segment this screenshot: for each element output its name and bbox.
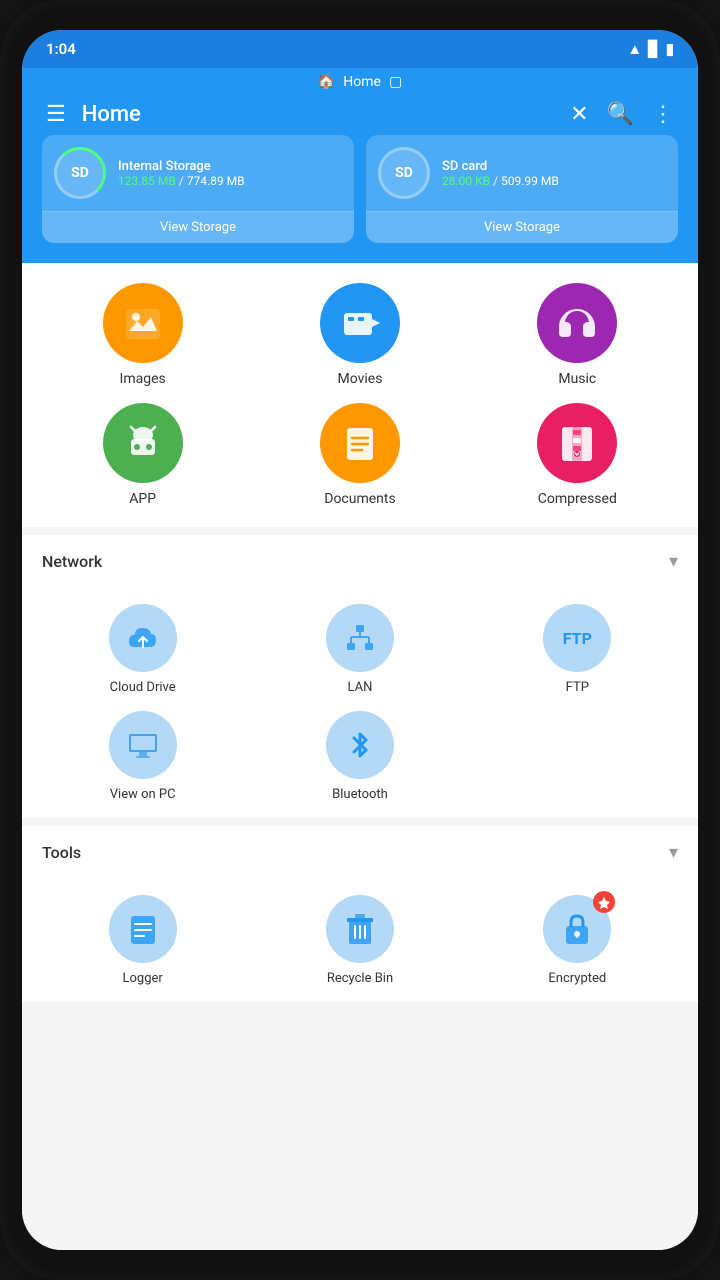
- network-grid: Cloud Drive LAN: [22, 588, 698, 818]
- app-header: 🏠 Home ▢ ☰ Home ✕ 🔍 ⋮: [22, 68, 698, 263]
- internal-storage-card: SD Internal Storage 123.85 MB / 774.89 M…: [42, 135, 354, 243]
- category-music[interactable]: Music: [477, 283, 678, 387]
- file-categories-section: Images Movies: [22, 263, 698, 527]
- encrypted-badge: [593, 891, 615, 913]
- internal-storage-size: 123.85 MB / 774.89 MB: [118, 174, 245, 188]
- recycle-bin-icon: [326, 895, 394, 963]
- category-images[interactable]: Images: [42, 283, 243, 387]
- close-button[interactable]: ✕: [570, 102, 588, 127]
- status-icons: ▲ ▊ ▮: [627, 40, 674, 58]
- storage-cards: SD Internal Storage 123.85 MB / 774.89 M…: [42, 135, 678, 247]
- ftp-label: FTP: [566, 680, 589, 695]
- sdcard-storage-size: 28.00 KB / 509.99 MB: [442, 174, 559, 188]
- network-bluetooth[interactable]: Bluetooth: [259, 711, 460, 802]
- logger-label: Logger: [123, 971, 163, 986]
- view-on-pc-icon: [109, 711, 177, 779]
- status-bar: 1:04 ▲ ▊ ▮: [22, 30, 698, 68]
- category-app[interactable]: APP: [42, 403, 243, 507]
- tool-logger[interactable]: Logger: [42, 895, 243, 986]
- sdcard-storage-name: SD card: [442, 159, 559, 174]
- network-chevron-icon: ▾: [669, 551, 678, 572]
- tool-recycle-bin[interactable]: Recycle Bin: [259, 895, 460, 986]
- menu-button[interactable]: ☰: [46, 102, 66, 127]
- images-icon: [103, 283, 183, 363]
- category-documents[interactable]: Documents: [259, 403, 460, 507]
- category-compressed[interactable]: Compressed: [477, 403, 678, 507]
- lan-icon: [326, 604, 394, 672]
- music-label: Music: [558, 371, 596, 387]
- sdcard-storage-info: SD card 28.00 KB / 509.99 MB: [442, 159, 559, 188]
- sdcard-view-storage-button[interactable]: View Storage: [366, 211, 678, 243]
- category-movies[interactable]: Movies: [259, 283, 460, 387]
- tools-section-header: Tools ▾: [22, 818, 698, 879]
- cloud-drive-icon: [109, 604, 177, 672]
- app-icon: [103, 403, 183, 483]
- tools-grid: Logger Recycle Bin: [22, 879, 698, 1002]
- ftp-icon: FTP: [543, 604, 611, 672]
- sdcard-storage-card: SD SD card 28.00 KB / 509.99 MB View Sto…: [366, 135, 678, 243]
- internal-storage-icon: SD: [54, 147, 106, 199]
- view-on-pc-label: View on PC: [110, 787, 176, 802]
- breadcrumb: 🏠 Home ▢: [42, 68, 678, 102]
- network-ftp[interactable]: FTP FTP: [477, 604, 678, 695]
- breadcrumb-separator: ▢: [389, 74, 402, 90]
- bluetooth-label: Bluetooth: [332, 787, 388, 802]
- signal-icon: ▊: [648, 40, 660, 58]
- app-label: APP: [129, 491, 156, 507]
- content-area: Images Movies: [22, 263, 698, 1250]
- encrypted-icon: [543, 895, 611, 963]
- phone-screen: 1:04 ▲ ▊ ▮ 🏠 Home ▢ ☰ Home ✕ 🔍: [22, 30, 698, 1250]
- network-cloud-drive[interactable]: Cloud Drive: [42, 604, 243, 695]
- file-categories-grid: Images Movies: [42, 283, 678, 507]
- network-view-on-pc[interactable]: View on PC: [42, 711, 243, 802]
- status-time: 1:04: [46, 40, 76, 58]
- network-section-header: Network ▾: [22, 527, 698, 588]
- more-button[interactable]: ⋮: [652, 102, 674, 127]
- images-label: Images: [120, 371, 166, 387]
- sdcard-storage-icon: SD: [378, 147, 430, 199]
- logger-icon: [109, 895, 177, 963]
- documents-label: Documents: [324, 491, 395, 507]
- bluetooth-icon: [326, 711, 394, 779]
- wifi-icon: ▲: [627, 40, 642, 58]
- nav-bar: ☰ Home ✕ 🔍 ⋮: [42, 102, 678, 135]
- search-button[interactable]: 🔍: [607, 102, 634, 127]
- tools-chevron-icon: ▾: [669, 842, 678, 863]
- music-icon: [537, 283, 617, 363]
- compressed-icon: [537, 403, 617, 483]
- battery-icon: ▮: [666, 40, 674, 58]
- home-breadcrumb-icon: 🏠: [318, 74, 335, 90]
- internal-view-storage-button[interactable]: View Storage: [42, 211, 354, 243]
- encrypted-label: Encrypted: [548, 971, 606, 986]
- network-section-title: Network: [42, 552, 102, 571]
- cloud-drive-label: Cloud Drive: [110, 680, 176, 695]
- recycle-bin-label: Recycle Bin: [327, 971, 393, 986]
- breadcrumb-home-label: Home: [343, 74, 381, 90]
- nav-right: ✕ 🔍 ⋮: [570, 102, 674, 127]
- phone-frame: 1:04 ▲ ▊ ▮ 🏠 Home ▢ ☰ Home ✕ 🔍: [0, 0, 720, 1280]
- lan-label: LAN: [348, 680, 373, 695]
- movies-label: Movies: [338, 371, 383, 387]
- nav-left: ☰ Home: [46, 102, 141, 127]
- page-title: Home: [82, 102, 141, 127]
- movies-icon: [320, 283, 400, 363]
- tools-section-title: Tools: [42, 843, 81, 862]
- tool-encrypted[interactable]: Encrypted: [477, 895, 678, 986]
- internal-storage-name: Internal Storage: [118, 159, 245, 174]
- network-lan[interactable]: LAN: [259, 604, 460, 695]
- internal-storage-info: Internal Storage 123.85 MB / 774.89 MB: [118, 159, 245, 188]
- compressed-label: Compressed: [538, 491, 617, 507]
- documents-icon: [320, 403, 400, 483]
